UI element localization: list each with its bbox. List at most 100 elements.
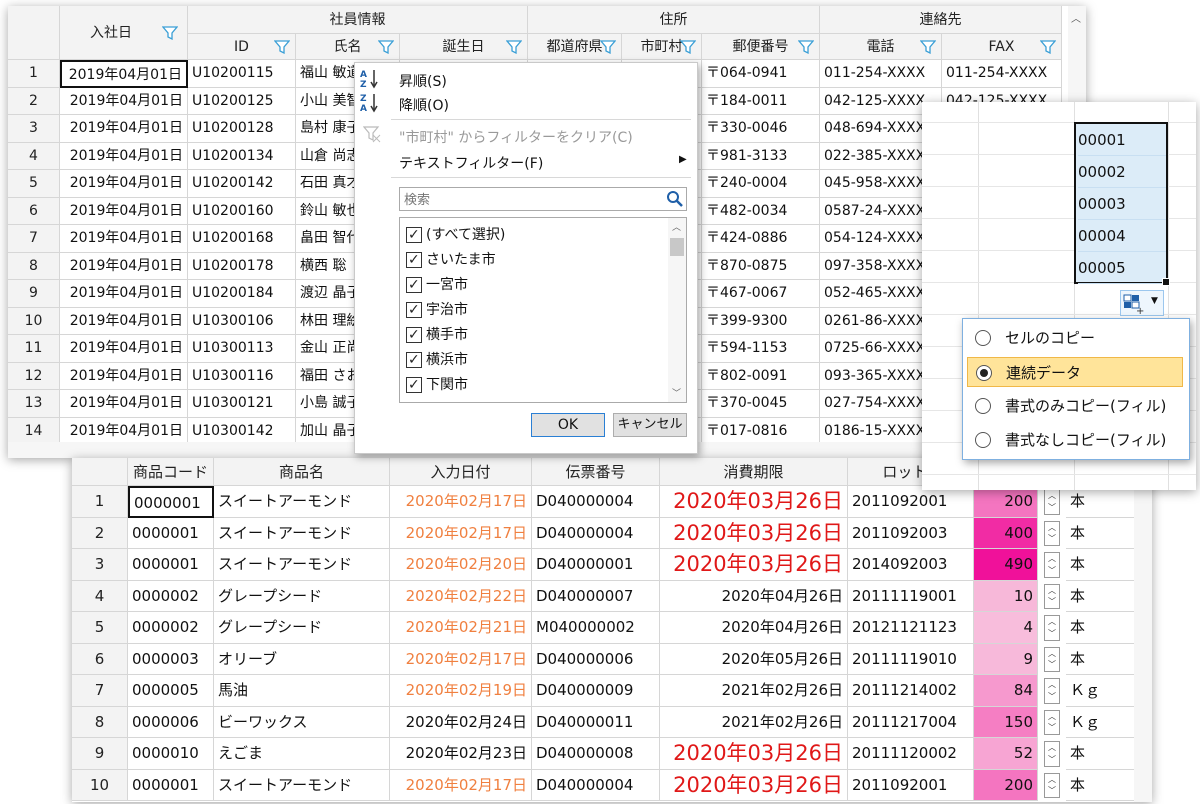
filter-search-box[interactable] <box>399 187 687 211</box>
stepper-up-icon[interactable]: ︿ <box>1045 553 1059 565</box>
autofill-options-button[interactable]: + ▼ <box>1120 290 1164 316</box>
row-number[interactable]: 12 <box>8 362 60 390</box>
table-cell-zip[interactable]: 〒594-1153 <box>702 335 820 363</box>
quantity-stepper[interactable]: ︿ ﹀ <box>1044 520 1060 546</box>
table-cell-code[interactable]: 0000001 <box>128 769 214 801</box>
table-cell-quantity[interactable]: 400 <box>974 517 1038 549</box>
table-cell-unit[interactable]: 本 <box>1066 580 1136 612</box>
table-cell-slip[interactable]: D040000004 <box>532 769 660 801</box>
row-number[interactable]: 3 <box>72 549 128 581</box>
row-number[interactable]: 1 <box>72 486 128 518</box>
table-cell-hire-date[interactable]: 2019年04月01日 <box>60 142 188 170</box>
table-cell-lot[interactable]: 20111217004 <box>848 706 974 738</box>
column-header[interactable]: 商品名 <box>214 458 390 486</box>
table-cell-hire-date[interactable]: 2019年04月01日 <box>60 115 188 143</box>
table-cell-id[interactable]: U10200178 <box>188 252 296 280</box>
table-cell-id[interactable]: U10300113 <box>188 335 296 363</box>
stepper-down-icon[interactable]: ﹀ <box>1045 691 1059 703</box>
stepper-down-icon[interactable]: ﹀ <box>1045 565 1059 577</box>
table-cell-lot[interactable]: 2014092003 <box>848 549 974 581</box>
table-cell-slip[interactable]: D040000011 <box>532 706 660 738</box>
table-cell-zip[interactable]: 〒399-9300 <box>702 307 820 335</box>
table-cell-expiry[interactable]: 2020年03月26日 <box>660 769 848 801</box>
filter-value-checkbox[interactable] <box>406 374 422 396</box>
quantity-stepper[interactable]: ︿ ﹀ <box>1044 709 1060 735</box>
table-cell-quantity[interactable]: 10 <box>974 580 1038 612</box>
table-cell-input-date[interactable]: 2020年02月19日 <box>390 675 532 707</box>
filter-value-item[interactable]: 宇治市 <box>406 299 468 321</box>
table-cell-hire-date[interactable]: 2019年04月01日 <box>60 390 188 418</box>
filter-icon[interactable] <box>600 40 616 54</box>
table-cell-name[interactable]: えごま <box>214 738 390 770</box>
filter-icon[interactable] <box>506 40 522 54</box>
filter-value-checkbox[interactable] <box>406 274 422 296</box>
table-cell-expiry[interactable]: 2020年04月26日 <box>660 612 848 644</box>
table-cell-slip[interactable]: D040000007 <box>532 580 660 612</box>
table-cell-quantity[interactable]: 9 <box>974 643 1038 675</box>
stepper-up-icon[interactable]: ︿ <box>1045 774 1059 786</box>
table-cell-unit[interactable]: 本 <box>1066 486 1136 518</box>
stepper-up-icon[interactable]: ︿ <box>1045 490 1059 502</box>
stepper-down-icon[interactable]: ﹀ <box>1045 754 1059 766</box>
autofill-cell[interactable]: 00002 <box>1078 156 1166 188</box>
table-cell-lot[interactable]: 2011092003 <box>848 517 974 549</box>
column-header-hire-date[interactable]: 入社日 <box>60 6 188 60</box>
table-cell-input-date[interactable]: 2020年02月20日 <box>390 549 532 581</box>
table-cell-name[interactable]: 馬油 <box>214 675 390 707</box>
table-cell-zip[interactable]: 〒424-0886 <box>702 225 820 253</box>
search-icon[interactable] <box>666 190 684 208</box>
table-cell-fax[interactable]: 011-254-XXXX <box>942 60 1062 88</box>
table-cell-hire-date[interactable]: 2019年04月01日 <box>60 60 188 88</box>
quantity-stepper[interactable]: ︿ ﹀ <box>1044 583 1060 609</box>
table-cell-quantity[interactable]: 150 <box>974 706 1038 738</box>
row-number[interactable]: 9 <box>8 280 60 308</box>
filter-value-item[interactable]: 下関市 <box>406 374 468 396</box>
table-cell-code[interactable]: 0000002 <box>128 580 214 612</box>
table-cell-quantity[interactable]: 200 <box>974 769 1038 801</box>
table-cell-unit[interactable]: 本 <box>1066 769 1136 801</box>
column-header[interactable]: 郵便番号 <box>702 34 820 60</box>
table-cell-name[interactable]: スイートアーモンド <box>214 486 390 518</box>
table-cell-id[interactable]: U10300121 <box>188 390 296 418</box>
stepper-down-icon[interactable]: ﹀ <box>1045 659 1059 671</box>
filter-icon[interactable] <box>920 40 936 54</box>
table-cell-zip[interactable]: 〒017-0816 <box>702 417 820 445</box>
table-cell-code[interactable]: 0000002 <box>128 612 214 644</box>
table-cell-quantity[interactable]: 52 <box>974 738 1038 770</box>
stepper-up-icon[interactable]: ︿ <box>1045 585 1059 597</box>
table-cell-hire-date[interactable]: 2019年04月01日 <box>60 307 188 335</box>
table-cell-hire-date[interactable]: 2019年04月01日 <box>60 335 188 363</box>
stepper-down-icon[interactable]: ﹀ <box>1045 722 1059 734</box>
stepper-down-icon[interactable]: ﹀ <box>1045 533 1059 545</box>
table-cell-code[interactable]: 0000005 <box>128 675 214 707</box>
autofill-selection[interactable]: 00001 00002 00003 00004 00005 <box>1074 122 1170 286</box>
table-cell-lot[interactable]: 2011092001 <box>848 769 974 801</box>
column-header[interactable]: 電話 <box>820 34 942 60</box>
row-number[interactable]: 5 <box>8 170 60 198</box>
table-cell-unit[interactable]: 本 <box>1066 643 1136 675</box>
table-cell-expiry[interactable]: 2020年04月26日 <box>660 580 848 612</box>
quantity-stepper[interactable]: ︿ ﹀ <box>1044 489 1060 515</box>
table-cell-lot[interactable]: 2011092001 <box>848 486 974 518</box>
table-cell-name[interactable]: ビーワックス <box>214 706 390 738</box>
fill-handle[interactable] <box>1162 278 1170 286</box>
table-cell-slip[interactable]: D040000006 <box>532 643 660 675</box>
filter-icon[interactable] <box>378 40 394 54</box>
table-cell-code[interactable]: 0000001 <box>128 486 214 518</box>
row-number[interactable]: 8 <box>8 252 60 280</box>
clear-filter-item[interactable]: "市町村" からフィルターをクリア(C) <box>355 123 695 147</box>
row-number[interactable]: 4 <box>72 580 128 612</box>
stepper-up-icon[interactable]: ︿ <box>1045 522 1059 534</box>
autofill-option[interactable]: セルのコピー <box>967 323 1183 353</box>
filter-value-checkbox[interactable] <box>406 324 422 346</box>
column-header[interactable]: 商品コード <box>128 458 214 486</box>
table-cell-hire-date[interactable]: 2019年04月01日 <box>60 252 188 280</box>
table-cell-hire-date[interactable]: 2019年04月01日 <box>60 225 188 253</box>
table-cell-code[interactable]: 0000001 <box>128 549 214 581</box>
table-cell-input-date[interactable]: 2020年02月17日 <box>390 643 532 675</box>
table-cell-name[interactable]: スイートアーモンド <box>214 549 390 581</box>
table-cell-id[interactable]: U10200142 <box>188 170 296 198</box>
filter-value-checkbox[interactable] <box>406 349 422 371</box>
filter-value-item[interactable]: さいたま市 <box>406 249 496 271</box>
table-cell-unit[interactable]: 本 <box>1066 612 1136 644</box>
